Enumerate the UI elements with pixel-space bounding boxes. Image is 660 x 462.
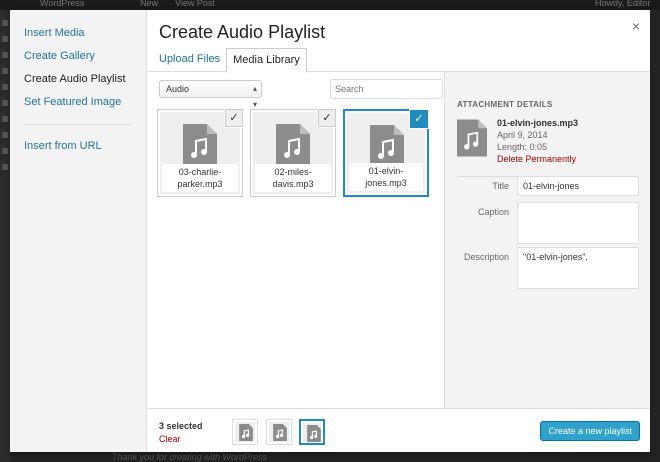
attachment-details-heading: ATTACHMENT DETAILS xyxy=(457,100,553,109)
attachment-meta: 01-elvin-jones.mp3 April 9, 2014 Length:… xyxy=(497,117,578,165)
menu-separator xyxy=(24,124,132,125)
media-router: Upload Files Media Library xyxy=(147,48,650,73)
attachment-item[interactable]: 01-elvin-jones.mp3 ✓ xyxy=(343,109,429,197)
check-icon[interactable]: ✓ xyxy=(318,109,336,127)
attachment-date: April 9, 2014 xyxy=(497,130,548,140)
description-label: Description xyxy=(463,252,509,262)
menu-create-gallery[interactable]: Create Gallery xyxy=(10,45,146,68)
selection-thumbnail[interactable] xyxy=(299,419,325,445)
attachment-info: 01-elvin-jones.mp3 April 9, 2014 Length:… xyxy=(457,117,638,177)
admin-bar-user[interactable]: Howdy, Editor xyxy=(595,0,650,8)
attachment-item[interactable]: 02-miles-davis.mp3 ✓ xyxy=(250,109,336,197)
attachment-length: Length: 0:05 xyxy=(497,142,548,152)
attachment-filename: 03-charlie-parker.mp3 xyxy=(162,164,238,192)
admin-sidebar-strip xyxy=(0,10,10,462)
create-playlist-button[interactable]: Create a new playlist xyxy=(540,421,640,441)
media-menu: Insert Media Create Gallery Create Audio… xyxy=(10,10,147,452)
admin-bar-new[interactable]: New xyxy=(140,0,158,8)
caption-label: Caption xyxy=(477,207,509,217)
admin-footer-text: Thank you for creating with WordPress xyxy=(112,452,268,462)
description-field[interactable]: "01-elvin-jones". xyxy=(517,247,639,289)
menu-insert-from-url[interactable]: Insert from URL xyxy=(10,135,146,158)
close-icon[interactable]: × xyxy=(632,18,640,34)
attachment-filename: 01-elvin-jones.mp3 xyxy=(349,163,423,191)
attachment-item[interactable]: 03-charlie-parker.mp3 ✓ xyxy=(157,109,243,197)
audio-file-icon xyxy=(183,124,217,166)
page-title: Create Audio Playlist xyxy=(159,22,326,42)
media-content: Audio ▴▾ 03-charlie-parker.mp3 ✓ xyxy=(147,72,650,408)
admin-bar-site[interactable]: WordPress xyxy=(40,0,84,8)
media-frame-toolbar: 3 selected Clear Create a new playlist xyxy=(147,408,650,452)
attachment-filename: 02-miles-davis.mp3 xyxy=(255,164,331,192)
admin-bar-view-post[interactable]: View Post xyxy=(175,0,215,8)
check-icon[interactable]: ✓ xyxy=(225,109,243,127)
filter-selected-value: Audio xyxy=(166,84,190,94)
audio-file-icon xyxy=(239,424,253,441)
media-type-filter[interactable]: Audio ▴ ▾ xyxy=(159,80,262,109)
media-toolbar: Audio ▴ ▾ xyxy=(159,79,443,109)
attachment-filename: 01-elvin-jones.mp3 xyxy=(497,118,579,128)
title-label: Title xyxy=(492,181,509,191)
audio-file-icon xyxy=(307,425,321,442)
audio-file-icon xyxy=(273,424,287,441)
admin-bar: WordPress New View Post Howdy, Editor xyxy=(0,0,660,10)
caption-field[interactable] xyxy=(517,202,639,244)
audio-file-icon xyxy=(370,125,404,167)
delete-permanently-link[interactable]: Delete Permanently xyxy=(497,153,578,165)
frame-title: Create Audio Playlist xyxy=(147,10,650,52)
search-input[interactable] xyxy=(330,79,443,99)
title-field[interactable]: 01-elvin-jones xyxy=(517,176,639,196)
media-modal: Insert Media Create Gallery Create Audio… xyxy=(10,10,650,452)
audio-file-icon xyxy=(457,119,487,157)
selection-thumbnail[interactable] xyxy=(232,419,258,445)
selection-thumbnail[interactable] xyxy=(266,419,292,445)
tab-media-library[interactable]: Media Library xyxy=(226,48,307,73)
attachment-details-sidebar: ATTACHMENT DETAILS 01-elvin-jones.mp3 Ap… xyxy=(444,72,650,408)
audio-file-icon xyxy=(276,124,310,166)
clear-selection-link[interactable]: Clear xyxy=(159,434,181,444)
menu-insert-media[interactable]: Insert Media xyxy=(10,22,146,45)
tab-upload-files[interactable]: Upload Files xyxy=(153,48,226,72)
selection-count: 3 selected xyxy=(159,421,203,431)
menu-create-audio-playlist[interactable]: Create Audio Playlist xyxy=(10,68,146,91)
menu-set-featured-image[interactable]: Set Featured Image xyxy=(10,91,146,114)
check-icon[interactable]: ✓ xyxy=(410,110,428,128)
